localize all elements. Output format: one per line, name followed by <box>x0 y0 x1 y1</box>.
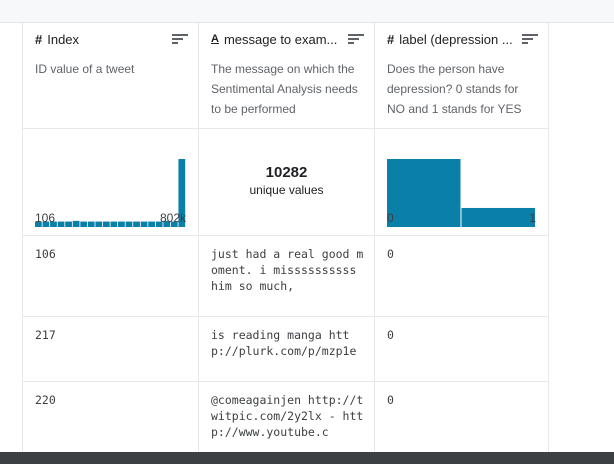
table-cell: @comeagainjen http://twitpic.com/2y2lx -… <box>211 393 364 439</box>
numeric-type-icon: # <box>387 31 395 47</box>
column-header[interactable]: # Index <box>35 30 188 48</box>
histogram-bar[interactable] <box>65 221 72 227</box>
table-cell: 0 <box>387 328 394 342</box>
column-header[interactable]: # label (depression ... <box>387 30 538 48</box>
unique-label: unique values <box>249 183 324 197</box>
histogram-bar[interactable] <box>133 221 140 227</box>
histogram-min-label: 106 <box>35 211 56 225</box>
table-cell: 0 <box>387 247 394 261</box>
histogram-bar[interactable] <box>102 221 110 227</box>
column-title: message to exam... <box>223 31 338 47</box>
histogram-bar[interactable] <box>140 221 148 227</box>
histogram-bar[interactable] <box>387 159 461 227</box>
column-index: # Index ID value of a tweet 106 802k 106… <box>23 22 199 454</box>
column-description: ID value of a tweet <box>35 62 135 76</box>
bottom-scrollbar[interactable] <box>0 452 614 464</box>
data-table: # Index ID value of a tweet 106 802k 106… <box>22 22 549 454</box>
column-header[interactable]: A message to exam... <box>211 30 364 48</box>
histogram-bar[interactable] <box>125 221 133 227</box>
histogram-bar[interactable] <box>461 207 536 227</box>
column-description: The message on which the Sentimental Ana… <box>211 62 358 116</box>
table-cell: 0 <box>387 393 394 407</box>
histogram-bar[interactable] <box>80 221 88 227</box>
histogram-chart <box>387 159 536 227</box>
column-label: # label (depression ... Does the person … <box>375 22 548 454</box>
histogram-bar[interactable] <box>87 221 95 227</box>
column-title: Index <box>47 31 80 47</box>
histogram-min-label: 0 <box>387 211 394 225</box>
histogram-bar[interactable] <box>148 221 155 227</box>
sort-icon[interactable] <box>172 33 188 45</box>
histogram-max-label: 1 <box>529 211 536 225</box>
column-description: Does the person have depression? 0 stand… <box>387 62 522 116</box>
dataset-preview: # Index ID value of a tweet 106 802k 106… <box>0 0 614 464</box>
unique-count: 10282 <box>265 164 308 181</box>
histogram-bar[interactable] <box>57 221 65 227</box>
numeric-type-icon: # <box>35 31 43 47</box>
histogram-max-label: 802k <box>159 211 186 225</box>
histogram-bar[interactable] <box>110 221 118 227</box>
table-cell: just had a real good moment. i misssssss… <box>211 247 364 293</box>
table-cell: 220 <box>35 393 56 407</box>
table-cell: is reading manga http://plurk.com/p/mzp1… <box>211 328 357 358</box>
histogram-bar[interactable] <box>72 220 80 227</box>
sort-icon[interactable] <box>348 33 364 45</box>
top-toolbar-band <box>0 0 614 23</box>
sort-icon[interactable] <box>522 33 538 45</box>
unique-values-summary: 10282 unique values <box>199 164 374 197</box>
histogram-bar[interactable] <box>95 221 103 227</box>
column-title: label (depression ... <box>399 31 513 47</box>
table-cell: 106 <box>35 247 56 261</box>
table-cell: 217 <box>35 328 56 342</box>
column-message: A message to exam... The message on whic… <box>199 22 375 454</box>
text-type-icon: A <box>211 33 219 45</box>
histogram-bar[interactable] <box>118 221 125 227</box>
